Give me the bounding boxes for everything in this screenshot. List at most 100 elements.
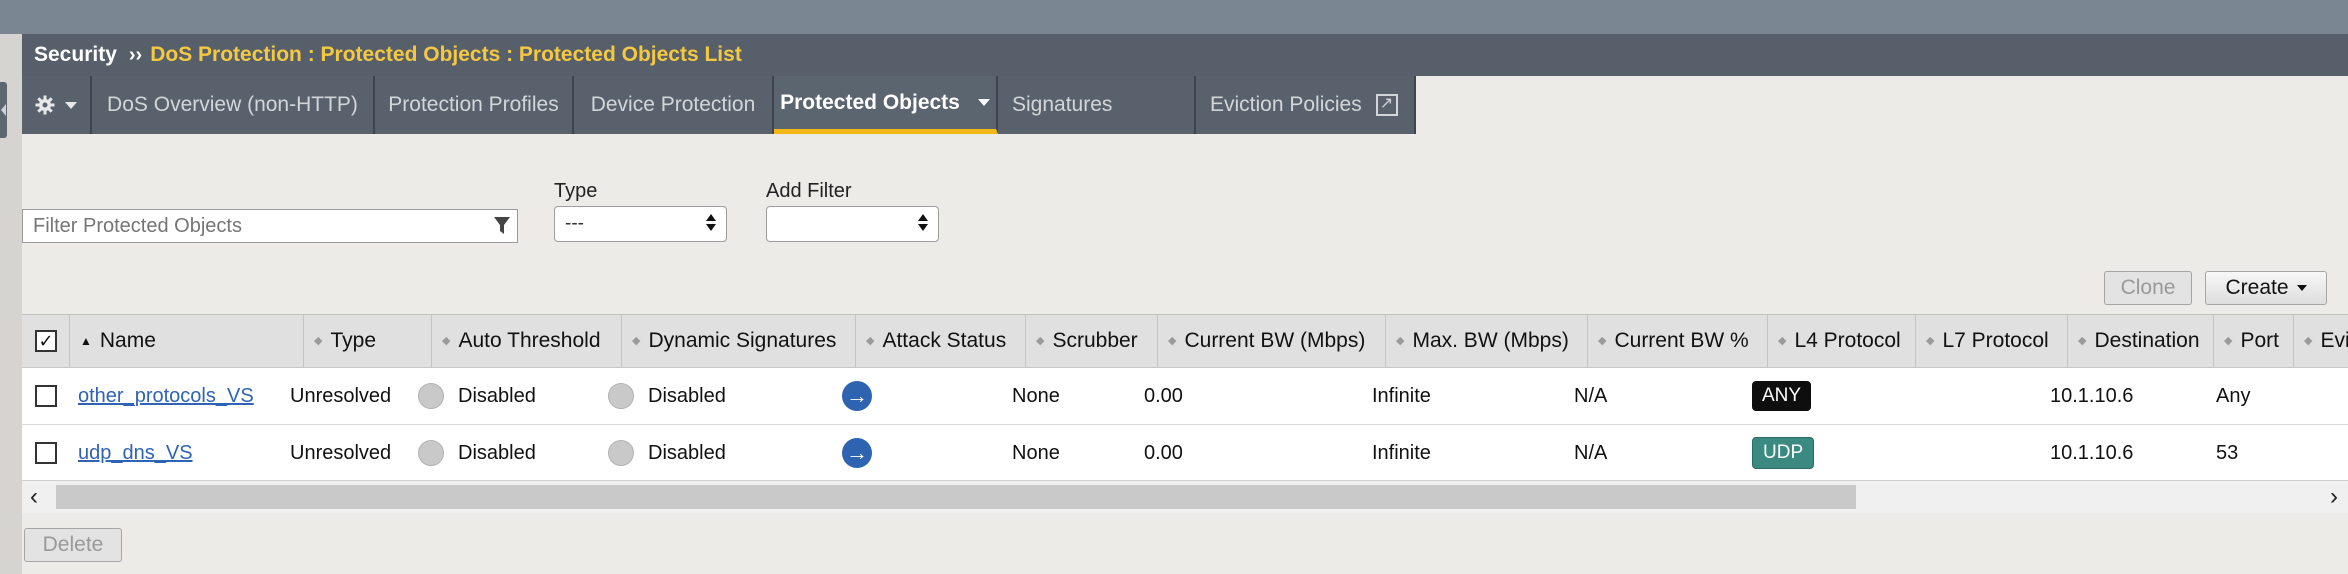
tab-device-protection[interactable]: Device Protection xyxy=(574,76,774,134)
sort-icon: ◆ xyxy=(2078,335,2087,347)
sort-icon: ◆ xyxy=(866,335,875,347)
dynamic-signatures-cell: Disabled xyxy=(608,425,726,481)
row-checkbox[interactable] xyxy=(35,442,57,464)
sort-asc-icon: ▲ xyxy=(80,334,92,348)
chevron-right-icon[interactable]: › xyxy=(2330,483,2338,511)
chevron-down-icon xyxy=(977,99,990,106)
funnel-icon[interactable] xyxy=(493,216,511,236)
column-header-type[interactable]: ◆ Type xyxy=(304,315,432,367)
sort-icon: ◆ xyxy=(1778,335,1787,347)
column-header-current-bw-pct[interactable]: ◆ Current BW % xyxy=(1588,315,1768,367)
row-checkbox-cell xyxy=(35,425,57,481)
row-checkbox[interactable] xyxy=(35,385,57,407)
select-all-cell xyxy=(22,315,70,367)
scrubber-cell: None xyxy=(1012,384,1060,407)
column-header-scrubber[interactable]: ◆ Scrubber xyxy=(1026,315,1158,367)
dynamic-signatures-value: Disabled xyxy=(648,441,726,464)
column-header-port[interactable]: ◆ Port xyxy=(2214,315,2294,367)
arrow-right-icon[interactable]: → xyxy=(842,381,872,411)
sort-icon: ◆ xyxy=(2304,335,2313,347)
arrow-right-icon[interactable]: → xyxy=(842,438,872,468)
tab-protection-profiles[interactable]: Protection Profiles xyxy=(375,76,574,134)
scrollbar-thumb[interactable] xyxy=(56,485,1856,509)
max-bw-cell: Infinite xyxy=(1372,441,1431,464)
column-header-attack-status[interactable]: ◆ Attack Status xyxy=(856,315,1026,367)
column-header-name[interactable]: ▲ Name xyxy=(70,315,304,367)
select-arrows-icon xyxy=(918,214,928,231)
delete-button[interactable]: Delete xyxy=(24,528,122,562)
tab-bar: DoS Overview (non-HTTP) Protection Profi… xyxy=(22,76,1416,134)
current-bw-cell: 0.00 xyxy=(1144,384,1183,407)
sort-icon: ◆ xyxy=(1168,335,1177,347)
horizontal-scrollbar[interactable]: ‹ › xyxy=(22,480,2348,513)
column-header-eviction[interactable]: ◆Evic xyxy=(2294,315,2348,367)
sort-icon: ◆ xyxy=(1396,335,1405,347)
tab-protected-objects[interactable]: Protected Objects xyxy=(774,76,998,134)
chevron-down-icon xyxy=(65,101,77,109)
type-select[interactable]: --- xyxy=(554,206,727,242)
create-button[interactable]: Create xyxy=(2205,271,2327,305)
tab-signatures[interactable]: Signatures xyxy=(998,76,1196,134)
status-dot-icon xyxy=(608,383,634,409)
settings-menu[interactable] xyxy=(22,76,92,134)
filter-input[interactable] xyxy=(22,209,518,243)
type-label: Type xyxy=(554,180,598,202)
protocol-badge: ANY xyxy=(1752,381,1812,411)
auto-threshold-cell: Disabled xyxy=(418,368,536,424)
sort-icon: ◆ xyxy=(1926,335,1935,347)
left-edge xyxy=(0,34,22,574)
tab-dos-overview[interactable]: DoS Overview (non-HTTP) xyxy=(92,76,375,134)
scrubber-cell: None xyxy=(1012,441,1060,464)
gear-icon xyxy=(35,95,55,115)
column-header-destination[interactable]: ◆ Destination xyxy=(2068,315,2214,367)
tab-protected-objects-label: Protected Objects xyxy=(780,90,960,114)
chevron-left-icon[interactable]: ‹ xyxy=(30,483,38,511)
current-bw-cell: 0.00 xyxy=(1144,441,1183,464)
object-name-link[interactable]: other_protocols_VS xyxy=(78,385,254,408)
dynamic-signatures-cell: Disabled xyxy=(608,368,726,424)
add-filter-label: Add Filter xyxy=(766,180,852,202)
tab-eviction-policies-label: Eviction Policies xyxy=(1210,93,1362,116)
type-select-value: --- xyxy=(565,213,584,234)
tab-eviction-policies[interactable]: Eviction Policies xyxy=(1196,76,1416,134)
sort-icon: ◆ xyxy=(442,335,451,347)
add-filter-select[interactable] xyxy=(766,206,939,242)
sort-icon: ◆ xyxy=(2224,335,2233,347)
auto-threshold-value: Disabled xyxy=(458,441,536,464)
breadcrumb-path: DoS Protection : Protected Objects : Pro… xyxy=(150,43,742,66)
column-header-max-bw[interactable]: ◆ Max. BW (Mbps) xyxy=(1386,315,1588,367)
current-bw-pct-cell: N/A xyxy=(1574,384,1608,407)
attack-status-cell: → xyxy=(842,368,872,424)
attack-status-cell: → xyxy=(842,425,872,481)
create-button-label: Create xyxy=(2225,276,2289,299)
table-header: ▲Name ◆Type ◆Auto Threshold ◆Dynamic Sig… xyxy=(22,315,2348,368)
name-cell: udp_dns_VS xyxy=(78,425,193,481)
top-band xyxy=(0,0,2348,34)
select-all-checkbox[interactable] xyxy=(35,330,57,352)
column-header-dynamic-signatures[interactable]: ◆ Dynamic Signatures xyxy=(622,315,856,367)
type-cell: Unresolved xyxy=(290,441,392,464)
breadcrumb-separator: ›› xyxy=(128,43,143,66)
breadcrumb-section: Security xyxy=(34,43,117,66)
port-cell: 53 xyxy=(2216,441,2239,464)
column-header-current-bw[interactable]: ◆ Current BW (Mbps) xyxy=(1158,315,1386,367)
max-bw-cell: Infinite xyxy=(1372,384,1431,407)
status-dot-icon xyxy=(608,440,634,466)
object-name-link[interactable]: udp_dns_VS xyxy=(78,442,193,465)
column-header-l7-protocol[interactable]: ◆ L7 Protocol xyxy=(1916,315,2068,367)
status-dot-icon xyxy=(418,383,444,409)
l4-protocol-cell: UDP xyxy=(1752,425,1815,481)
column-header-l4-protocol[interactable]: ◆ L4 Protocol xyxy=(1768,315,1916,367)
protected-objects-table: ▲Name ◆Type ◆Auto Threshold ◆Dynamic Sig… xyxy=(22,314,2348,481)
port-cell: Any xyxy=(2216,384,2251,407)
external-link-icon xyxy=(1375,93,1398,116)
auto-threshold-cell: Disabled xyxy=(418,425,536,481)
select-arrows-icon xyxy=(706,214,716,231)
l4-protocol-cell: ANY xyxy=(1752,368,1812,424)
clone-button[interactable]: Clone xyxy=(2104,271,2192,305)
protocol-badge: UDP xyxy=(1752,437,1815,469)
column-header-auto-threshold[interactable]: ◆ Auto Threshold xyxy=(432,315,622,367)
current-bw-pct-cell: N/A xyxy=(1574,441,1608,464)
table-row: udp_dns_VS Unresolved Disabled Disabled … xyxy=(22,425,2348,481)
collapse-handle[interactable] xyxy=(0,82,7,138)
